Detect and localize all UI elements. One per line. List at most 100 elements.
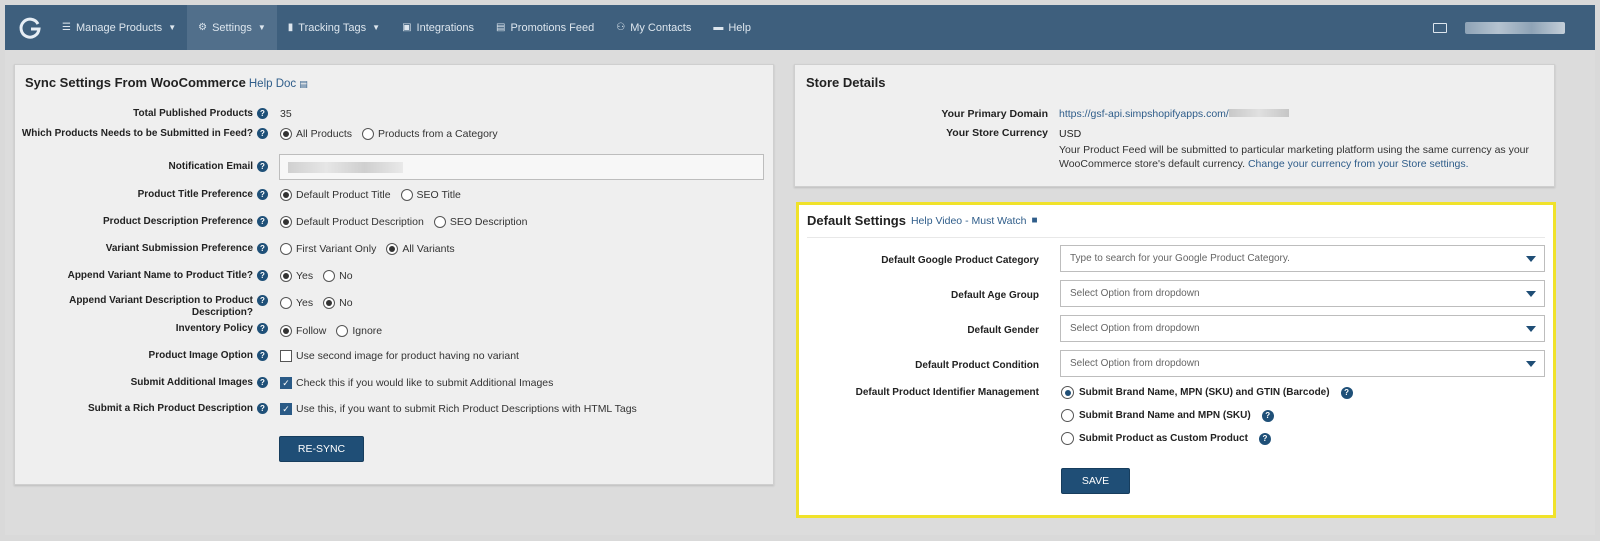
help-question-icon[interactable]: ?	[257, 128, 268, 139]
radio-button[interactable]	[280, 243, 292, 255]
radio-button[interactable]	[280, 270, 292, 282]
option-default-description[interactable]: Default Product Description	[280, 216, 424, 228]
checkbox[interactable]: ✓	[280, 403, 292, 415]
option-yes[interactable]: Yes	[280, 270, 313, 282]
help-question-icon[interactable]: ?	[257, 377, 268, 388]
radio-button[interactable]	[1061, 409, 1074, 422]
checkbox[interactable]	[280, 350, 292, 362]
nav-manage-products[interactable]: ☰ Manage Products ▼	[51, 5, 187, 50]
radio-button[interactable]	[323, 270, 336, 282]
id-card-icon[interactable]	[1433, 22, 1447, 33]
help-question-icon[interactable]: ?	[257, 350, 268, 361]
radio-button[interactable]	[1061, 432, 1074, 445]
save-button[interactable]: SAVE	[1061, 468, 1130, 494]
option-ignore[interactable]: Ignore	[336, 325, 382, 337]
radio-button[interactable]	[280, 216, 292, 228]
help-question-icon[interactable]: ?	[1340, 386, 1353, 399]
product-condition-select[interactable]: Select Option from dropdown	[1060, 350, 1545, 377]
radio-button[interactable]	[280, 189, 292, 201]
radio-button[interactable]	[386, 243, 399, 255]
select-placeholder: Select Option from dropdown	[1070, 323, 1200, 334]
notification-email-input[interactable]	[279, 154, 764, 180]
help-question-icon[interactable]: ?	[257, 216, 268, 227]
option-default-title[interactable]: Default Product Title	[280, 189, 391, 201]
primary-domain-link[interactable]: https://gsf-api.simpshopifyapps.com/	[1059, 108, 1289, 120]
change-currency-link[interactable]: Change your currency from your Store set…	[1248, 158, 1469, 170]
radio-button[interactable]	[336, 325, 349, 337]
radio-button[interactable]	[280, 297, 292, 309]
option-label: Submit Brand Name and MPN (SKU)	[1079, 410, 1251, 421]
people-icon: ⚇	[616, 22, 626, 33]
help-question-icon[interactable]: ?	[257, 323, 268, 334]
help-question-icon[interactable]: ?	[257, 270, 268, 281]
help-question-icon[interactable]: ?	[257, 403, 268, 414]
help-video-link[interactable]: Help Video - Must Watch	[911, 215, 1027, 227]
product-condition-label: Default Product Condition	[915, 360, 1039, 371]
inventory-policy-options: Follow Ignore	[280, 325, 382, 337]
option-seo-title[interactable]: SEO Title	[400, 189, 461, 201]
briefcase-icon: ▣	[402, 22, 412, 33]
radio-button[interactable]	[280, 128, 292, 140]
google-category-select[interactable]: Type to search for your Google Product C…	[1060, 245, 1545, 272]
option-seo-description[interactable]: SEO Description	[433, 216, 528, 228]
option-yes[interactable]: Yes	[280, 297, 313, 309]
video-camera-icon: ■	[1031, 215, 1038, 226]
option-no[interactable]: No	[323, 297, 353, 309]
field-label: Submit a Rich Product Description	[87, 403, 253, 414]
radio-button[interactable]	[433, 216, 446, 228]
nav-integrations[interactable]: ▣ Integrations	[391, 5, 485, 50]
option-label: No	[339, 270, 353, 282]
nav-my-contacts[interactable]: ⚇ My Contacts	[605, 5, 702, 50]
age-group-select[interactable]: Select Option from dropdown	[1060, 280, 1545, 307]
checkbox-second-image[interactable]: Use second image for product having no v…	[280, 350, 519, 362]
option-products-from-category[interactable]: Products from a Category	[362, 128, 498, 140]
field-label: Append Variant Name to Product Title?	[67, 270, 253, 281]
help-question-icon[interactable]: ?	[1258, 432, 1271, 445]
user-name-redacted[interactable]	[1465, 21, 1565, 34]
help-question-icon[interactable]: ?	[257, 243, 268, 254]
help-doc-link[interactable]: Help Doc	[249, 78, 296, 90]
radio-button[interactable]	[1061, 386, 1074, 399]
radio-button[interactable]	[400, 189, 413, 201]
resync-button[interactable]: RE-SYNC	[279, 436, 364, 462]
email-value-redacted	[288, 162, 403, 173]
option-label: SEO Description	[449, 216, 528, 228]
option-label: First Variant Only	[296, 243, 377, 255]
which-products-options: All Products Products from a Category	[280, 128, 498, 140]
caret-down-icon: ▼	[168, 23, 177, 32]
checkbox[interactable]: ✓	[280, 377, 292, 389]
select-placeholder: Type to search for your Google Product C…	[1070, 253, 1290, 264]
identifier-option-brand-mpn[interactable]: Submit Brand Name and MPN (SKU) ?	[1061, 409, 1274, 422]
bar-chart-icon: ▮	[287, 22, 294, 33]
identifier-option-custom-product[interactable]: Submit Product as Custom Product ?	[1061, 432, 1271, 445]
option-all-products[interactable]: All Products	[280, 128, 352, 140]
radio-button[interactable]	[362, 128, 375, 140]
radio-button[interactable]	[323, 297, 336, 309]
help-question-icon[interactable]: ?	[1261, 409, 1274, 422]
nav-help[interactable]: ▬ Help	[702, 5, 762, 50]
help-question-icon[interactable]: ?	[257, 189, 268, 200]
radio-button[interactable]	[280, 325, 292, 337]
option-follow[interactable]: Follow	[280, 325, 326, 337]
gender-select[interactable]: Select Option from dropdown	[1060, 315, 1545, 342]
nav-settings[interactable]: ⚙ Settings ▼	[187, 5, 277, 50]
image-option-checkbox-row: Use second image for product having no v…	[280, 350, 519, 362]
option-all-variants[interactable]: All Variants	[386, 243, 455, 255]
gear-icon: ⚙	[198, 22, 208, 33]
checkbox-rich-description[interactable]: ✓ Use this, if you want to submit Rich Pr…	[280, 403, 637, 415]
checkbox-label: Use second image for product having no v…	[296, 350, 519, 362]
help-question-icon[interactable]: ?	[257, 161, 268, 172]
help-question-icon[interactable]: ?	[257, 108, 268, 119]
option-no[interactable]: No	[323, 270, 353, 282]
identifier-option-brand-mpn-gtin[interactable]: Submit Brand Name, MPN (SKU) and GTIN (B…	[1061, 386, 1353, 399]
help-question-icon[interactable]: ?	[257, 295, 268, 306]
nav-tracking-tags[interactable]: ▮ Tracking Tags ▼	[277, 5, 391, 50]
rich-description-checkbox-row: ✓ Use this, if you want to submit Rich Pr…	[280, 403, 637, 415]
checkbox-additional-images[interactable]: ✓ Check this if you would like to submit …	[280, 377, 553, 389]
nav-promotions-feed[interactable]: ▤ Promotions Feed	[485, 5, 605, 50]
nav-label: Settings	[212, 21, 252, 34]
identifier-management-label: Default Product Identifier Management	[855, 387, 1039, 398]
field-label: Variant Submission Preference	[105, 243, 253, 254]
app-logo[interactable]	[9, 5, 51, 50]
option-first-variant[interactable]: First Variant Only	[280, 243, 376, 255]
